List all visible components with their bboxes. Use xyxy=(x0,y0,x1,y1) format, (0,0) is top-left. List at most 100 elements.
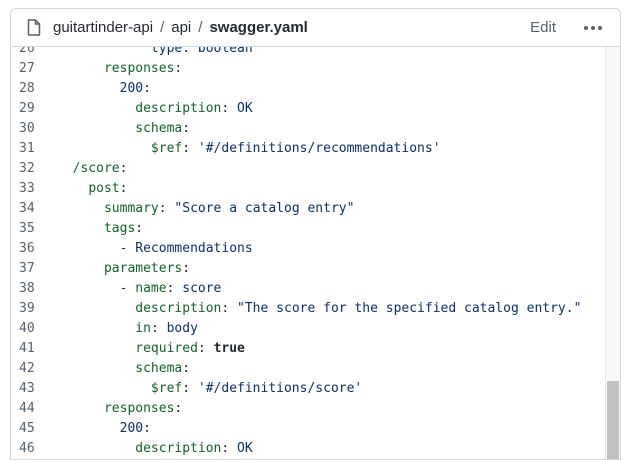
line-number: 38 xyxy=(19,281,35,296)
code-line: 30 schema: xyxy=(11,119,606,139)
breadcrumb-dir-link[interactable]: api xyxy=(171,19,191,36)
line-number: 26 xyxy=(19,47,35,56)
line-number: 37 xyxy=(19,261,35,276)
yaml-value: score xyxy=(182,281,222,296)
breadcrumb-repo-link[interactable]: guitartinder-api xyxy=(53,19,153,36)
line-code: /score: xyxy=(57,159,606,179)
line-code: 200: xyxy=(57,79,606,99)
yaml-key: name xyxy=(135,281,167,296)
yaml-key: /score xyxy=(72,161,120,176)
yaml-punctuation: - xyxy=(119,281,136,296)
line-code: description: OK xyxy=(57,439,606,459)
line-code: $ref: '#/definitions/score' xyxy=(57,379,606,399)
yaml-key: summary xyxy=(103,201,159,216)
yaml-value: '#/definitions/score' xyxy=(197,381,363,396)
code-line: 40 in: body xyxy=(11,319,606,339)
line-code: parameters: xyxy=(57,259,606,279)
yaml-punctuation: : xyxy=(143,421,151,436)
line-number: 42 xyxy=(19,361,35,376)
line-number: 27 xyxy=(19,61,35,76)
yaml-key: description xyxy=(135,301,222,316)
line-code: type: boolean xyxy=(57,47,606,59)
edit-button[interactable]: Edit xyxy=(530,19,556,36)
yaml-punctuation: : xyxy=(158,201,175,216)
yaml-key: schema xyxy=(135,121,183,136)
yaml-punctuation: : xyxy=(135,221,144,236)
code-line: 31 $ref: '#/definitions/recommendations' xyxy=(11,139,606,159)
line-number: 36 xyxy=(19,241,35,256)
yaml-value: OK xyxy=(237,441,253,456)
yaml-punctuation: : xyxy=(182,361,191,376)
line-code: summary: "Score a catalog entry" xyxy=(57,199,606,219)
line-code: 200: xyxy=(57,419,606,439)
yaml-key: post xyxy=(88,181,120,196)
line-code: tags: xyxy=(57,219,606,239)
scrollbar-track[interactable] xyxy=(605,47,620,459)
line-code: $ref: '#/definitions/recommendations' xyxy=(57,139,606,159)
yaml-value: 200 xyxy=(119,421,144,436)
kebab-horizontal-icon[interactable] xyxy=(580,24,606,32)
code-line: 41 required: true xyxy=(11,339,606,359)
yaml-key: parameters xyxy=(103,261,183,276)
breadcrumb-current-file: swagger.yaml xyxy=(209,19,308,36)
scrollbar-thumb[interactable] xyxy=(607,381,619,459)
code-viewer[interactable]: 26 type: boolean 27 responses: 28 200: 29 … xyxy=(11,47,620,459)
yaml-punctuation: : xyxy=(197,341,214,356)
code-line: 32 /score: xyxy=(11,159,606,179)
line-number: 40 xyxy=(19,321,35,336)
yaml-key: required xyxy=(135,341,198,356)
breadcrumb: guitartinder-api / api / swagger.yaml xyxy=(53,19,530,36)
yaml-punctuation: : xyxy=(182,381,198,396)
file-viewer: guitartinder-api / api / swagger.yaml Ed… xyxy=(10,8,621,460)
line-code: schema: xyxy=(57,119,606,139)
breadcrumb-separator: / xyxy=(160,19,165,36)
code-line: 29 description: OK xyxy=(11,99,606,119)
yaml-punctuation: : xyxy=(221,441,238,456)
line-code: description: OK xyxy=(57,99,606,119)
yaml-value: OK xyxy=(237,101,253,116)
line-number: 34 xyxy=(19,201,35,216)
yaml-punctuation: : xyxy=(119,161,128,176)
line-number: 44 xyxy=(19,401,35,416)
yaml-key: schema xyxy=(135,361,183,376)
yaml-value: '#/definitions/recommendations' xyxy=(197,141,441,156)
yaml-key: responses xyxy=(103,401,175,416)
yaml-punctuation: - xyxy=(119,241,136,256)
line-number: 32 xyxy=(19,161,35,176)
yaml-punctuation: : xyxy=(174,61,183,76)
yaml-punctuation: : xyxy=(174,401,183,416)
line-code: - name: score xyxy=(57,279,606,299)
code-line: 28 200: xyxy=(11,79,606,99)
line-code: responses: xyxy=(57,59,606,79)
code-line: 45 200: xyxy=(11,419,606,439)
yaml-punctuation: : xyxy=(150,321,167,336)
code-line: 27 responses: xyxy=(11,59,606,79)
line-number: 30 xyxy=(19,121,35,136)
yaml-punctuation: : xyxy=(143,81,151,96)
code-lines: 26 type: boolean 27 responses: 28 200: 29 … xyxy=(11,47,606,459)
yaml-key: $ref xyxy=(150,381,183,396)
yaml-key: description xyxy=(135,441,222,456)
code-line: 36 - Recommendations xyxy=(11,239,606,259)
line-number: 45 xyxy=(19,421,35,436)
yaml-value: "Score a catalog entry" xyxy=(174,201,355,216)
yaml-value: "The score for the specified catalog ent… xyxy=(237,301,582,316)
line-number: 35 xyxy=(19,221,35,236)
